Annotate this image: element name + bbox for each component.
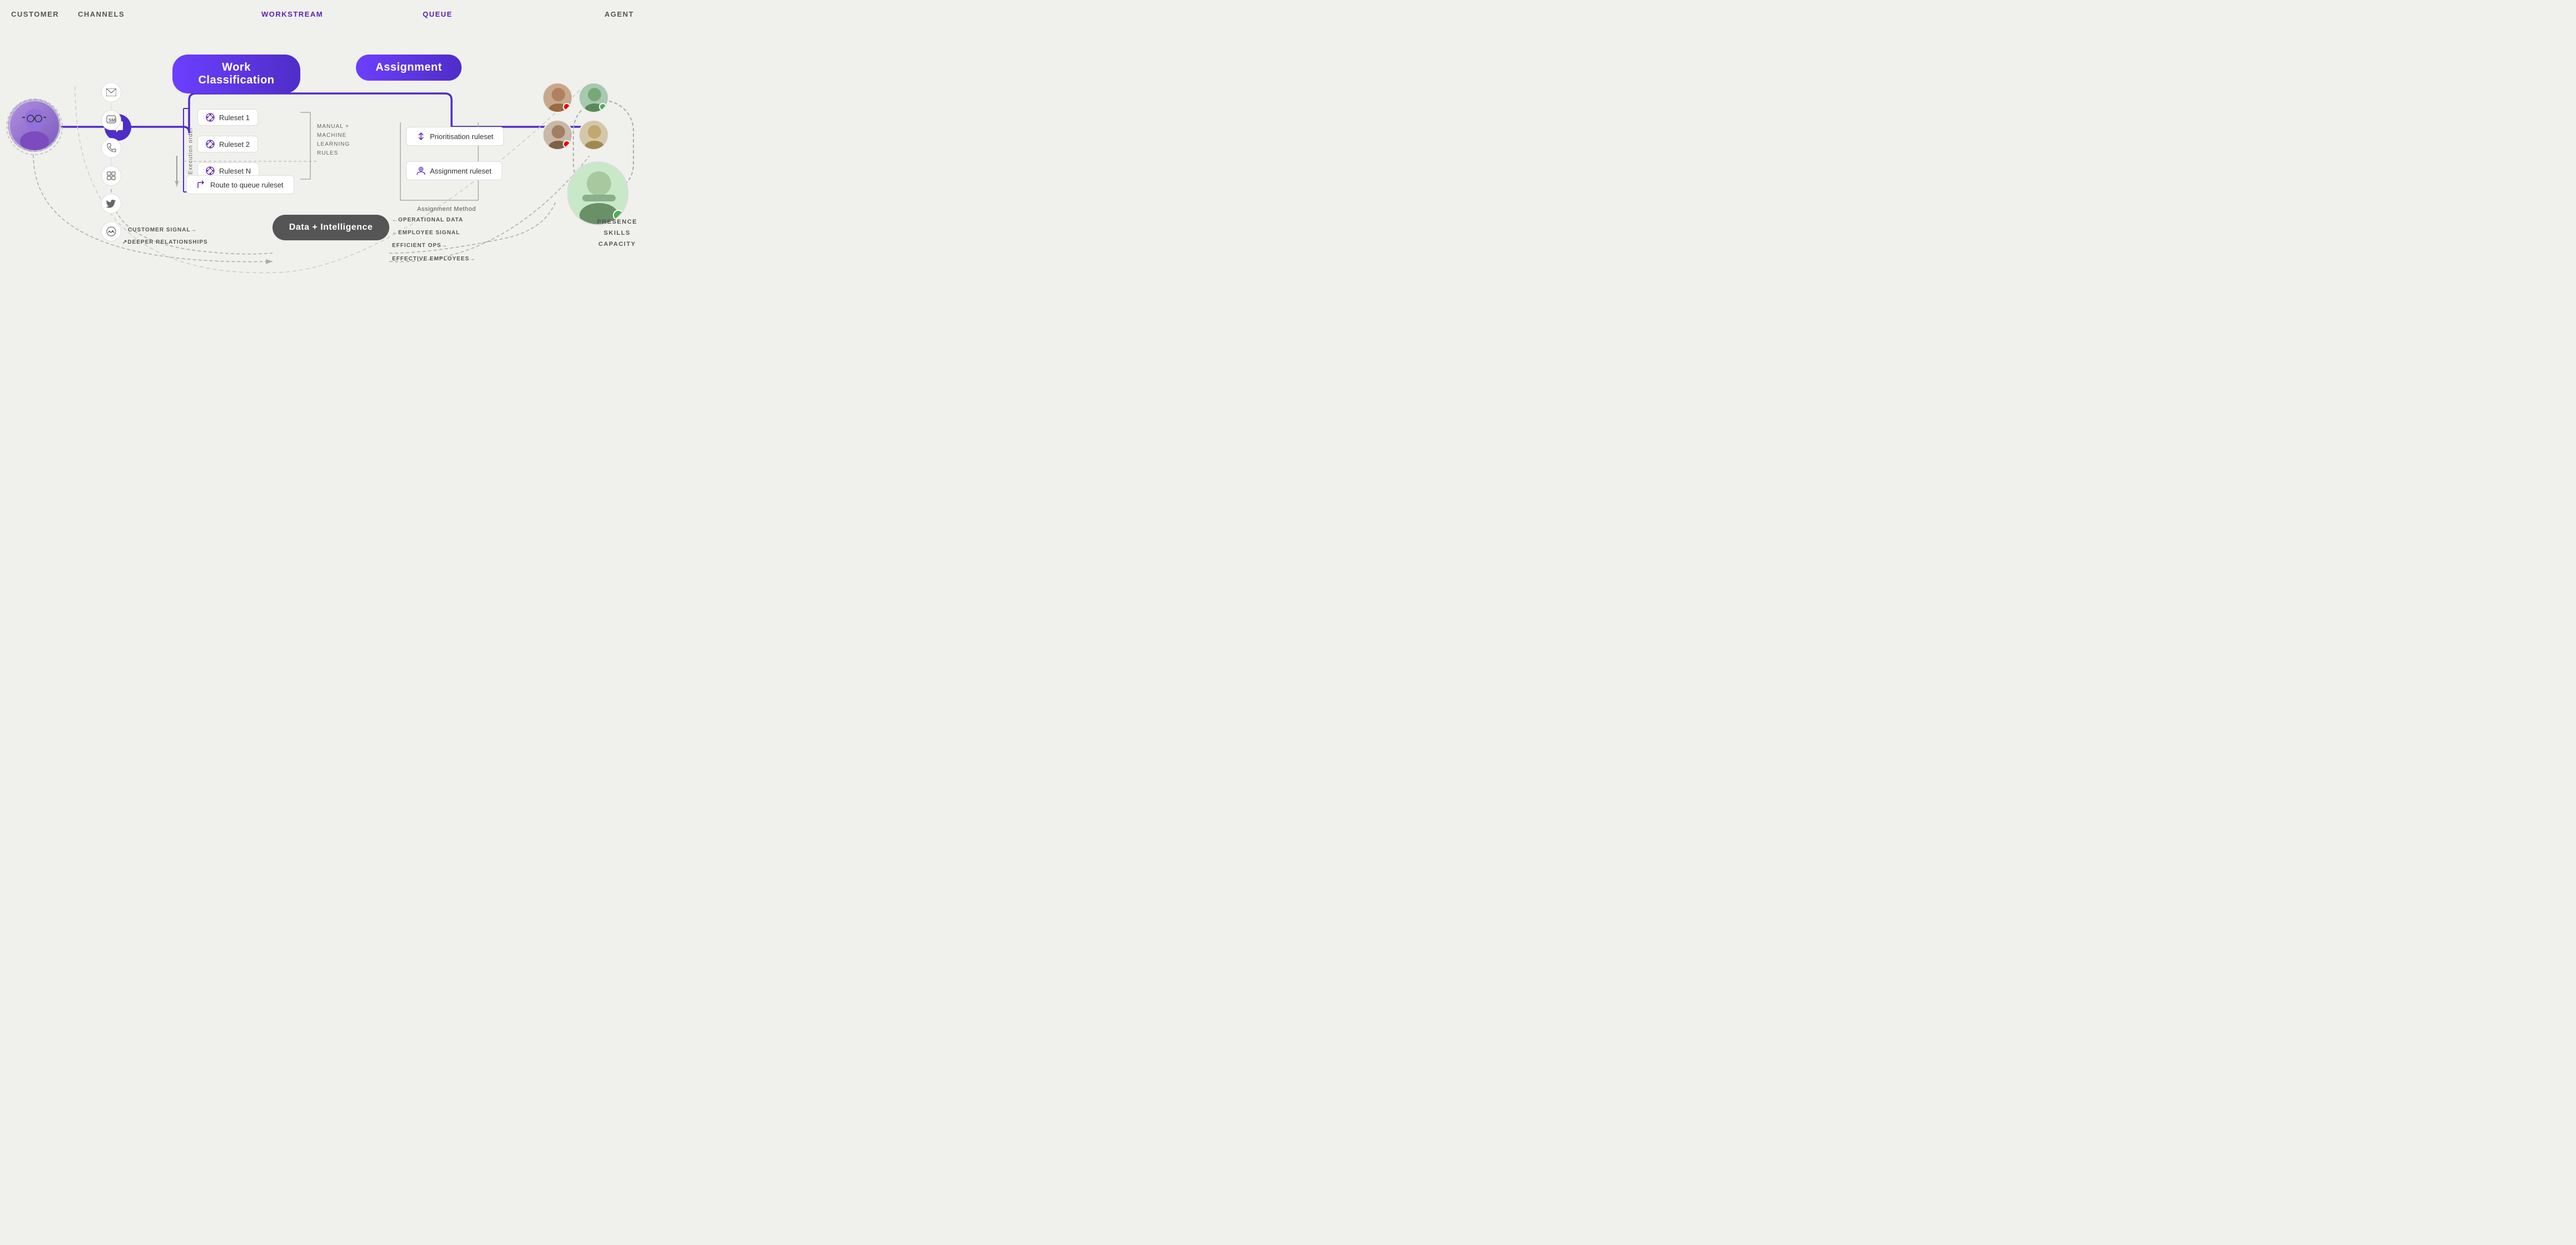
- twitter-channel-icon: [101, 194, 121, 214]
- widget-channel-icon: [101, 166, 121, 186]
- agent-avatar-2: [578, 82, 609, 113]
- svg-text:SMS: SMS: [108, 118, 116, 123]
- agent-avatar-4: [578, 120, 609, 150]
- effective-employees-label: EFFECTIVE EMPLOYEES→: [392, 256, 475, 262]
- main-agent-avatar: [567, 161, 628, 225]
- deeper-relationships-label: ↗DEEPER RELATIONSHIPS: [122, 239, 208, 245]
- ml-rules-text: MANUAL + MACHINE LEARNING RULES: [317, 122, 350, 158]
- presence-skills-capacity-text: PRESENCE SKILLS CAPACITY: [597, 217, 637, 250]
- efficient-ops-label: EFFICIENT OPS→: [392, 243, 448, 249]
- assignment-ruleset-box: Assignment ruleset: [406, 161, 502, 180]
- data-intelligence-badge: Data + Intelligence: [273, 215, 389, 240]
- email-channel-icon: [101, 82, 121, 102]
- ruleset-1-box: Ruleset 1: [197, 109, 258, 126]
- route-to-queue-box: Route to queue ruleset: [186, 175, 294, 194]
- prioritisation-ruleset-box: Prioritisation ruleset: [406, 127, 504, 146]
- work-classification-badge: Work Classification: [172, 55, 300, 93]
- customer-avatar: [8, 99, 61, 152]
- phone-channel-icon: [101, 138, 121, 158]
- employee-signal-label: ←EMPLOYEE SIGNAL: [392, 230, 460, 236]
- operational-data-label: ←OPERATIONAL DATA: [392, 217, 463, 223]
- messenger-channel-icon: [101, 221, 121, 241]
- execution-order-label: ↓Execution order: [188, 127, 194, 179]
- assignment-badge: Assignment: [356, 55, 462, 81]
- agent-avatar-1: [542, 82, 573, 113]
- ruleset-2-box: Ruleset 2: [197, 136, 258, 152]
- sms-channel-icon: SMS: [101, 110, 121, 130]
- customer-signal-label: CUSTOMER SIGNAL→: [128, 227, 197, 233]
- agent-avatar-3: [542, 120, 573, 150]
- assignment-method-label: Assignment Method: [417, 206, 476, 213]
- diagram-container: CUSTOMER CHANNELS WORKSTREAM QUEUE AGENT: [0, 0, 645, 312]
